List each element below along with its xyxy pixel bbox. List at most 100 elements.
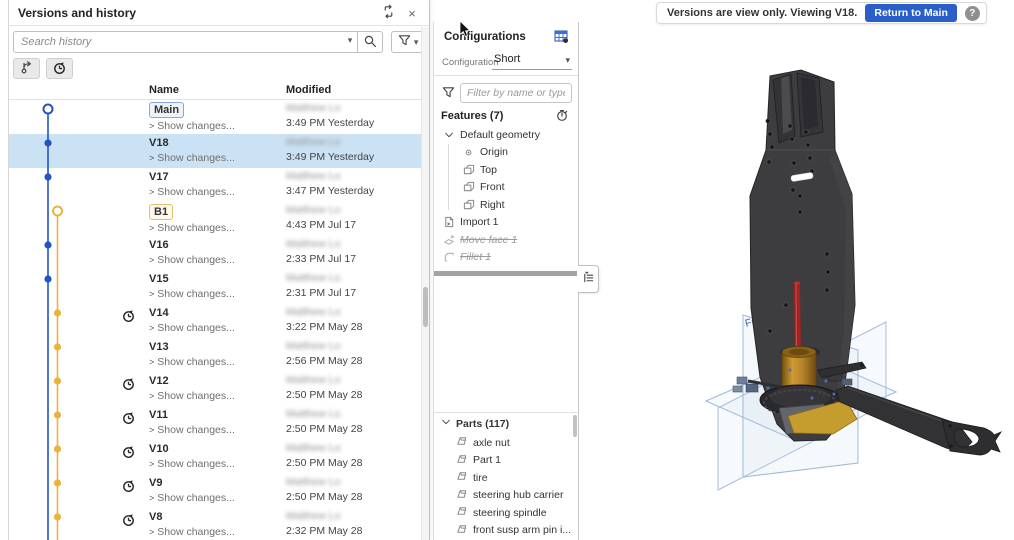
part-item[interactable]: front susp arm pin i... [434,522,578,540]
version-row-v18[interactable]: V18 >Show changes... Matthew Lo 3:49 PM … [9,134,421,168]
version-clock-icon [121,512,136,527]
filter-button[interactable]: ▾ [391,31,425,53]
panel-title: Versions and history [18,6,136,20]
part-item[interactable]: steering spindle [434,504,578,522]
version-row-v11[interactable]: V11 >Show changes... Matthew Lo 2:50 PM … [9,406,421,440]
plane-icon [462,163,475,176]
version-row-v8[interactable]: V8 >Show changes... Matthew Lo 2:32 PM M… [9,508,421,540]
chevron-down-icon [442,128,455,141]
parts-header[interactable]: Parts (117) [441,417,509,430]
chevron-right-icon: > [149,459,154,469]
scrollbar-thumb[interactable] [423,287,428,327]
modified-time: 3:22 PM May 28 [286,321,421,333]
show-changes-link[interactable]: >Show changes... [149,322,281,334]
show-changes-link[interactable]: >Show changes... [149,254,281,266]
history-scrollbar[interactable] [421,27,429,540]
version-row-main[interactable]: Main >Show changes... Matthew Lo 3:49 PM… [9,100,421,134]
part-item[interactable]: tire [434,469,578,487]
show-changes-link[interactable]: >Show changes... [149,186,281,198]
modified-time: 2:33 PM Jul 17 [286,253,421,265]
versions-only-toggle-button[interactable] [46,58,73,79]
feature-item-right-plane[interactable]: Right [434,196,578,214]
feature-item-import-1[interactable]: Import 1 [434,214,578,232]
version-row-v15[interactable]: V15 >Show changes... Matthew Lo 2:31 PM … [9,270,421,304]
version-name: V9 [149,476,281,490]
version-name: V13 [149,340,281,354]
part-item[interactable]: steering hub carrier [434,487,578,505]
version-row-b1[interactable]: B1 >Show changes... Matthew Lo 4:43 PM J… [9,202,421,236]
part-item[interactable]: axle nut [434,434,578,452]
chevron-right-icon: > [149,527,154,537]
close-icon: × [408,6,416,21]
chevron-right-icon: > [149,255,154,265]
modified-column-header: Modified [286,84,331,96]
show-changes-link[interactable]: >Show changes... [149,424,281,436]
version-row-v13[interactable]: V13 >Show changes... Matthew Lo 2:56 PM … [9,338,421,372]
import-icon [442,216,455,229]
show-changes-link[interactable]: >Show changes... [149,458,281,470]
version-name: V17 [149,170,281,184]
search-button[interactable] [357,31,383,53]
branch-chip-b1: B1 [149,204,173,220]
feature-item-front-plane[interactable]: Front [434,179,578,197]
version-list: Main >Show changes... Matthew Lo 3:49 PM… [9,100,421,540]
modified-time: 2:32 PM May 28 [286,525,421,537]
modified-time: 4:43 PM Jul 17 [286,219,421,231]
compare-versions-button[interactable] [379,4,397,22]
panel-header: Versions and history × [9,0,429,26]
show-changes-link[interactable]: >Show changes... [149,222,281,234]
part-icon [456,453,468,468]
author-name: Matthew Lo [286,136,421,149]
search-input[interactable] [13,31,357,53]
chevron-right-icon: > [149,153,154,163]
modified-time: 2:50 PM May 28 [286,423,421,435]
feature-item-move-face-1[interactable]: Move face 1 [434,231,578,249]
chevron-right-icon: > [149,357,154,367]
show-changes-link[interactable]: >Show changes... [149,288,281,300]
chevron-right-icon: > [149,425,154,435]
show-changes-link[interactable]: >Show changes... [149,390,281,402]
author-name: Matthew Lo [286,204,421,217]
version-row-v9[interactable]: V9 >Show changes... Matthew Lo 2:50 PM M… [9,474,421,508]
branch-graph-toggle-button[interactable] [13,58,40,79]
steering-arm[interactable] [836,386,1001,455]
version-row-v16[interactable]: V16 >Show changes... Matthew Lo 2:33 PM … [9,236,421,270]
chevron-right-icon: > [149,187,154,197]
version-row-v14[interactable]: V14 >Show changes... Matthew Lo 3:22 PM … [9,304,421,338]
show-changes-link[interactable]: >Show changes... [149,120,281,132]
chevron-right-icon: > [149,223,154,233]
configuration-select[interactable]: Short ▾ [492,50,572,70]
version-name: V8 [149,510,281,524]
branch-icon [20,60,34,77]
configuration-table-button[interactable] [552,28,570,46]
show-changes-link[interactable]: >Show changes... [149,526,281,538]
feature-item-default-geometry[interactable]: Default geometry [434,126,578,144]
author-name: Matthew Lo [286,238,421,251]
version-clock-icon [121,444,136,459]
parts-scrollbar-thumb[interactable] [573,415,577,437]
close-panel-button[interactable]: × [403,4,421,22]
version-row-v10[interactable]: V10 >Show changes... Matthew Lo 2:50 PM … [9,440,421,474]
rollback-bar[interactable] [434,271,577,276]
part-item[interactable]: Part 1 [434,452,578,470]
show-changes-link[interactable]: >Show changes... [149,152,281,164]
feature-item-fillet-1[interactable]: Fillet 1 [434,249,578,267]
version-row-v17[interactable]: V17 >Show changes... Matthew Lo 3:47 PM … [9,168,421,202]
feature-filter-input[interactable] [460,83,572,103]
origin-icon [462,146,475,159]
version-clock-icon [121,376,136,391]
version-name: V16 [149,238,281,252]
version-row-v12[interactable]: V12 >Show changes... Matthew Lo 2:50 PM … [9,372,421,406]
parts-list: axle nut Part 1 tire steering hub carrie… [434,434,578,539]
model-viewport[interactable]: Right Front [580,0,1014,540]
chevron-right-icon: > [149,121,154,131]
part-icon [456,470,468,485]
modified-time: 3:47 PM Yesterday [286,185,421,197]
rollback-history-icon[interactable] [555,108,569,125]
feature-item-origin[interactable]: Origin [434,144,578,162]
feature-item-top-plane[interactable]: Top [434,161,578,179]
show-changes-link[interactable]: >Show changes... [149,356,281,368]
chevron-down-icon[interactable]: ▾ [348,35,353,46]
show-changes-link[interactable]: >Show changes... [149,492,281,504]
author-name: Matthew Lo [286,408,421,421]
